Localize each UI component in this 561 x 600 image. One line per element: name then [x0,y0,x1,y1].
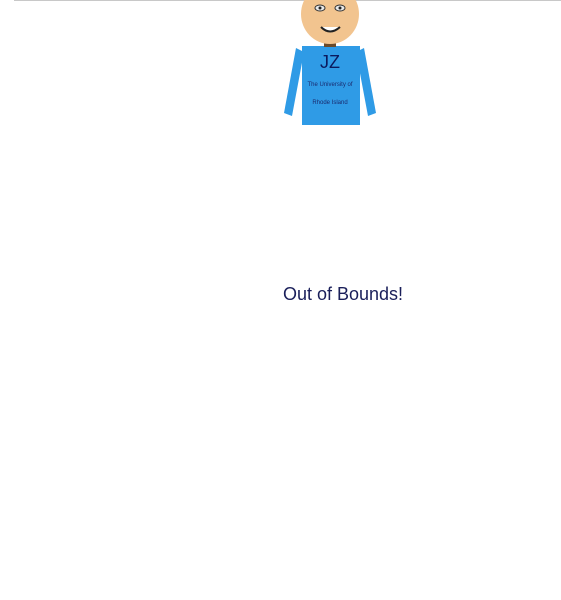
shirt-initials: JZ [320,52,340,72]
player-character: JZ The University of Rhode Island [0,0,561,140]
shirt-text-line-2: Rhode Island [312,100,348,106]
character-figure [284,0,376,125]
status-message: Out of Bounds! [282,284,404,304]
game-canvas: JZ The University of Rhode Island Out of… [0,0,561,600]
shirt-text-line-1: The University of [307,82,353,88]
head [301,0,359,44]
